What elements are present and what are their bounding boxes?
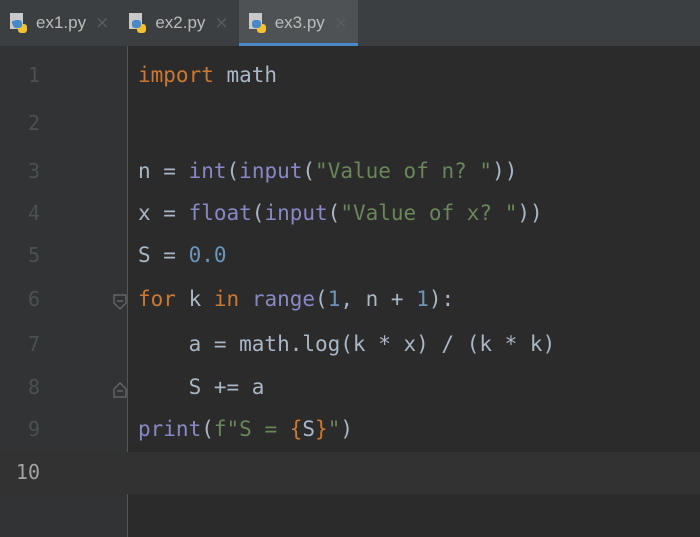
keyword: in bbox=[213, 287, 240, 311]
line-number: 9 bbox=[27, 417, 40, 441]
code-text: S = bbox=[138, 243, 189, 267]
tab-ex1[interactable]: ex1.py × bbox=[0, 0, 119, 46]
builtin: print bbox=[138, 417, 202, 441]
code-text: k bbox=[175, 287, 214, 311]
editor-tab-bar: ex1.py × ex2.py × ex3.py × bbox=[0, 0, 700, 46]
tab-close-icon[interactable]: × bbox=[214, 13, 228, 33]
code-text: ( bbox=[315, 287, 328, 311]
code-editor: ex1.py × ex2.py × ex3.py × 1 2 3 4 5 6 7… bbox=[0, 0, 700, 537]
code-line-7: a = math.log(k * x) / (k * k) bbox=[138, 324, 556, 364]
code-line-6: for k in range(1, n + 1): bbox=[138, 279, 454, 319]
python-file-icon bbox=[129, 13, 147, 33]
builtin: range bbox=[251, 287, 316, 311]
code-text: )) bbox=[517, 201, 543, 225]
code-text: ( bbox=[201, 417, 214, 441]
fold-start-icon[interactable] bbox=[113, 294, 127, 310]
code-text: n = bbox=[138, 159, 189, 183]
line-number: 4 bbox=[27, 201, 40, 225]
code-line-3: n = int(input("Value of n? ")) bbox=[138, 151, 517, 191]
string-literal: f"S = bbox=[213, 417, 290, 441]
builtin: float bbox=[188, 201, 252, 225]
code-text: ( bbox=[226, 159, 240, 183]
string-literal: " bbox=[327, 417, 341, 441]
code-text: ): bbox=[428, 287, 455, 311]
code-text-area[interactable]: import math n = int(input("Value of n? "… bbox=[128, 46, 700, 537]
code-text: ( bbox=[251, 201, 265, 225]
code-text: x = bbox=[138, 201, 189, 225]
code-line-4: x = float(input("Value of x? ")) bbox=[138, 193, 543, 233]
code-text: , n + bbox=[340, 287, 417, 311]
tab-ex2[interactable]: ex2.py × bbox=[119, 0, 238, 46]
fstring-brace: } bbox=[315, 417, 328, 441]
string-literal: "Value of n? " bbox=[315, 159, 493, 183]
line-number: 1 bbox=[27, 63, 40, 87]
code-line-1: import math bbox=[138, 55, 277, 95]
python-file-icon bbox=[10, 13, 27, 33]
tab-label: ex1.py bbox=[36, 13, 87, 32]
builtin: input bbox=[239, 159, 303, 183]
tab-close-icon[interactable]: × bbox=[95, 13, 109, 33]
keyword: import bbox=[138, 63, 214, 87]
number-literal: 1 bbox=[327, 287, 341, 311]
code-text: S bbox=[302, 417, 316, 441]
code-line-9: print(f"S = {S}") bbox=[138, 409, 353, 449]
line-number: 7 bbox=[27, 332, 40, 356]
code-text: )) bbox=[492, 159, 518, 183]
fstring-brace: { bbox=[289, 417, 303, 441]
code-text: ) bbox=[340, 417, 354, 441]
keyword: for bbox=[138, 287, 176, 311]
builtin: int bbox=[188, 159, 227, 183]
number-literal: 1 bbox=[416, 287, 429, 311]
string-literal: "Value of x? " bbox=[340, 201, 518, 225]
fold-end-icon[interactable] bbox=[113, 382, 127, 398]
code-text: a = math.log(k * x) / (k * k) bbox=[138, 332, 556, 356]
line-number: 3 bbox=[27, 159, 40, 183]
line-number-current: 10 bbox=[15, 460, 40, 484]
tab-label: ex3.py bbox=[274, 13, 325, 32]
code-line-8: S += a bbox=[138, 367, 265, 407]
code-text: S += a bbox=[138, 375, 265, 399]
python-file-icon bbox=[248, 13, 266, 33]
number-literal: 0.0 bbox=[188, 243, 227, 267]
code-text: ( bbox=[327, 201, 341, 225]
line-number: 5 bbox=[27, 243, 40, 267]
tab-label: ex2.py bbox=[155, 13, 206, 32]
builtin: input bbox=[264, 201, 328, 225]
code-text: math bbox=[213, 63, 278, 87]
line-number: 6 bbox=[27, 287, 40, 311]
tab-ex3[interactable]: ex3.py × bbox=[238, 0, 359, 46]
tab-close-icon[interactable]: × bbox=[334, 13, 348, 33]
code-text: ( bbox=[302, 159, 316, 183]
line-number: 2 bbox=[27, 111, 40, 135]
code-line-5: S = 0.0 bbox=[138, 235, 227, 275]
line-number: 8 bbox=[27, 375, 40, 399]
